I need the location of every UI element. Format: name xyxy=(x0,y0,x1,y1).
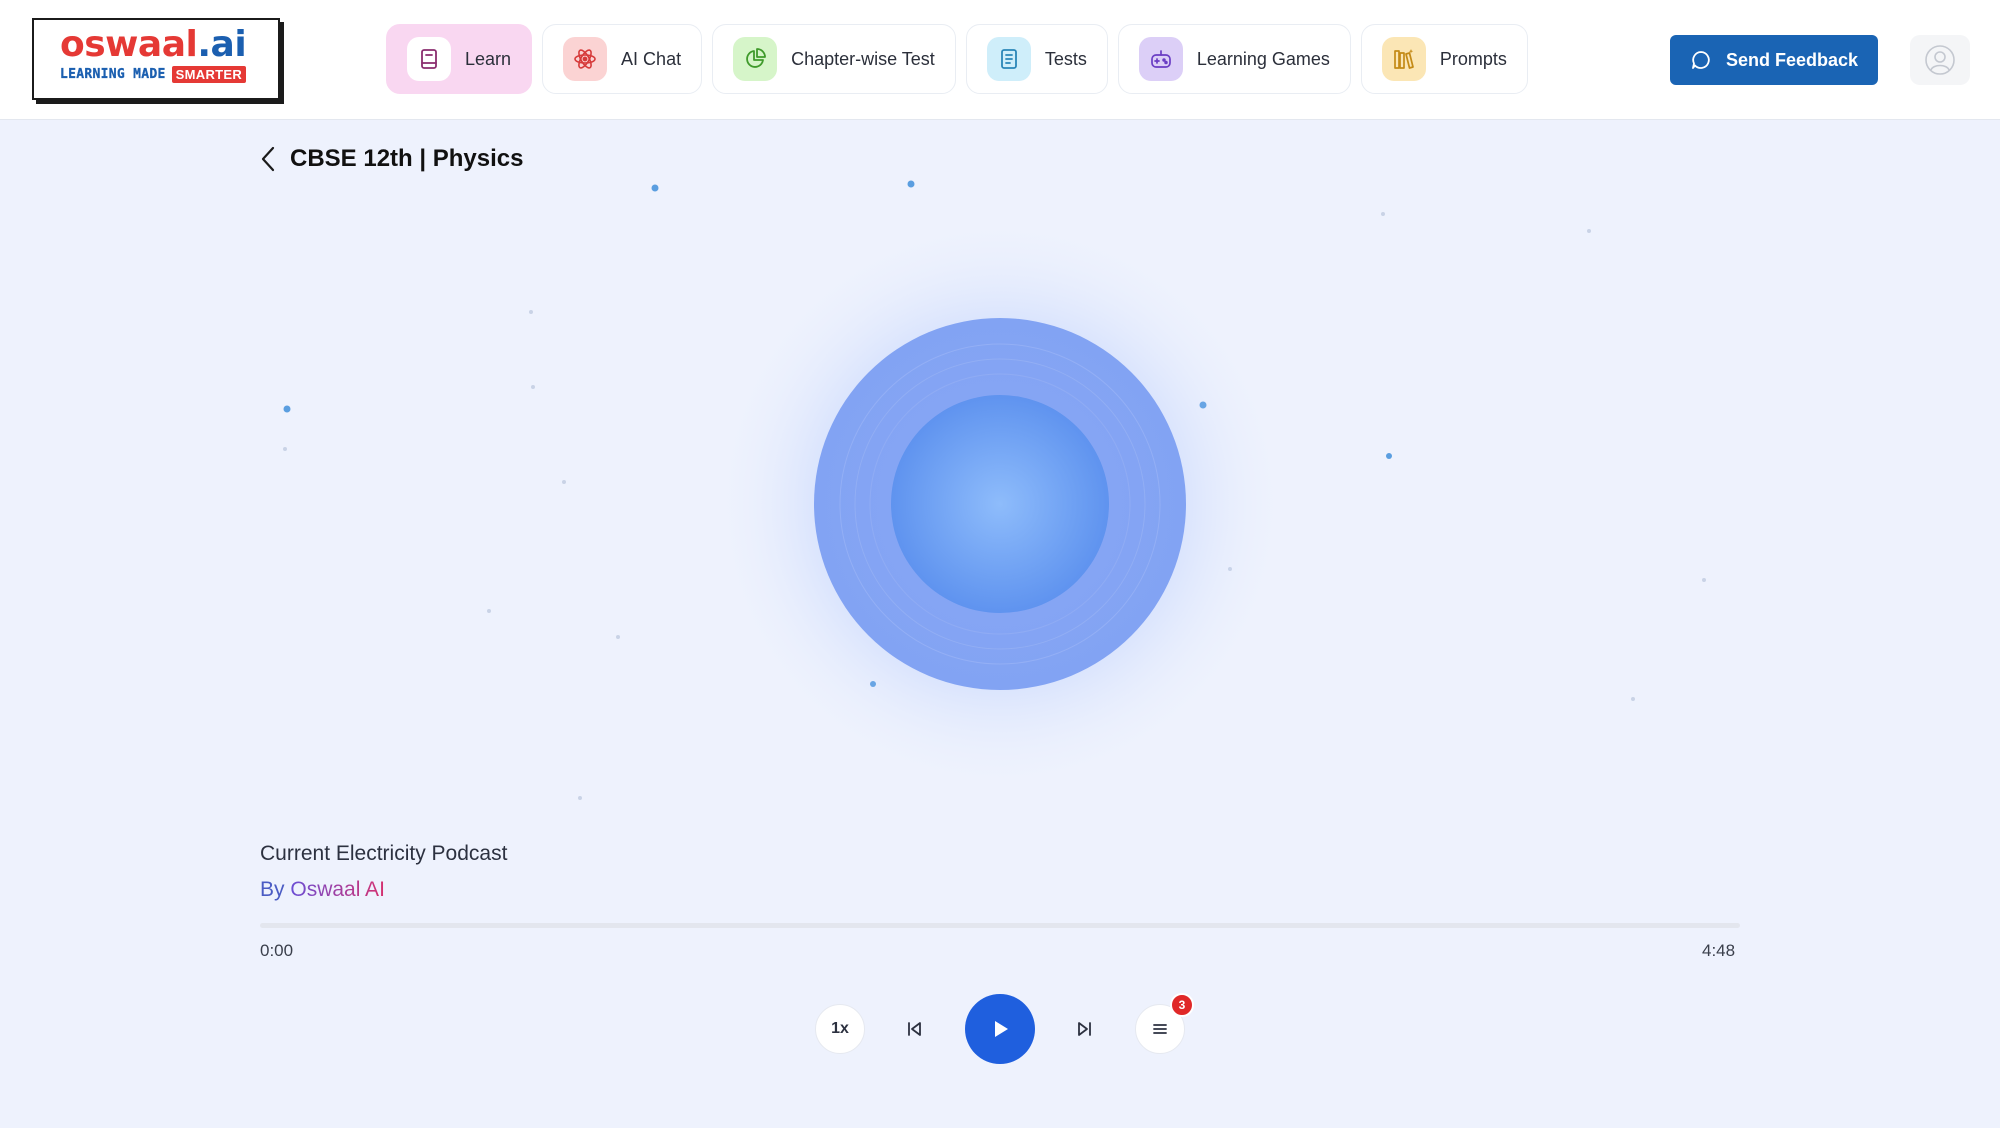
page-title: CBSE 12th | Physics xyxy=(290,145,524,172)
logo-tagline-part1: LEARNING MADE xyxy=(60,67,166,82)
books-icon xyxy=(1381,37,1426,81)
progress-bar[interactable] xyxy=(260,923,1740,928)
play-icon xyxy=(989,1018,1011,1040)
book-icon xyxy=(407,37,451,81)
logo-word-oswaal: oswaal xyxy=(60,24,198,65)
current-time: 0:00 xyxy=(260,941,294,960)
logo-tagline: LEARNING MADE SMARTER xyxy=(60,66,268,83)
playback-speed-button[interactable]: 1x xyxy=(815,1004,865,1054)
oswaal-logo[interactable]: oswaal.ai LEARNING MADE SMARTER xyxy=(32,18,280,100)
nav-item-prompts[interactable]: Prompts xyxy=(1360,24,1528,94)
total-time: 4:48 xyxy=(1702,941,1736,960)
nav-item-chapter-wise-test[interactable]: Chapter-wise Test xyxy=(712,24,956,94)
user-avatar-icon[interactable] xyxy=(1910,35,1970,85)
author-prefix: By xyxy=(260,878,285,901)
chat-bubble-icon xyxy=(1690,49,1712,71)
nav-label-tests: Tests xyxy=(1044,48,1087,69)
nav-item-learning-games[interactable]: Learning Games xyxy=(1117,24,1351,94)
nav-label-ai-chat: AI Chat xyxy=(621,48,682,69)
player-controls: 1x 3 xyxy=(0,993,2000,1064)
logo-word-ai: .ai xyxy=(197,24,247,65)
atom-icon xyxy=(563,37,608,81)
track-author: By Oswaal AI xyxy=(260,878,385,902)
document-icon xyxy=(986,37,1031,81)
pie-chart-icon xyxy=(733,37,778,81)
nav-item-tests[interactable]: Tests xyxy=(965,24,1108,94)
queue-button[interactable]: 3 xyxy=(1135,993,1194,1054)
play-button[interactable] xyxy=(965,994,1035,1064)
nav-label-chapter-wise-test: Chapter-wise Test xyxy=(791,48,935,69)
top-header: oswaal.ai LEARNING MADE SMARTER Learn AI… xyxy=(0,0,2000,120)
logo-wordmark: oswaal.ai xyxy=(60,26,268,64)
send-feedback-label: Send Feedback xyxy=(1725,49,1859,70)
nav-label-learning-games: Learning Games xyxy=(1196,48,1330,69)
audio-visualizer-orb xyxy=(700,214,1300,794)
track-title: Current Electricity Podcast xyxy=(260,842,508,865)
nav-label-prompts: Prompts xyxy=(1439,48,1507,69)
author-name: Oswaal AI xyxy=(290,878,385,901)
skip-forward-icon xyxy=(1075,1019,1095,1039)
nav-label-learn: Learn xyxy=(465,48,512,69)
skip-back-icon xyxy=(904,1019,924,1039)
queue-count-badge: 3 xyxy=(1170,993,1194,1017)
next-track-button[interactable] xyxy=(1065,1009,1105,1049)
playback-speed-label: 1x xyxy=(831,1020,849,1037)
nav-item-ai-chat[interactable]: AI Chat xyxy=(542,24,703,94)
send-feedback-button[interactable]: Send Feedback xyxy=(1670,35,1878,85)
gamepad-icon xyxy=(1138,37,1183,81)
back-arrow-icon[interactable] xyxy=(258,144,280,174)
nav-item-learn[interactable]: Learn xyxy=(386,24,533,94)
previous-track-button[interactable] xyxy=(894,1009,934,1049)
breadcrumb: CBSE 12th | Physics xyxy=(258,144,523,174)
main-nav: Learn AI Chat Chapter-wise Test Tests Le… xyxy=(386,24,1528,94)
list-icon xyxy=(1151,1020,1169,1038)
logo-tagline-part2: SMARTER xyxy=(171,66,247,83)
